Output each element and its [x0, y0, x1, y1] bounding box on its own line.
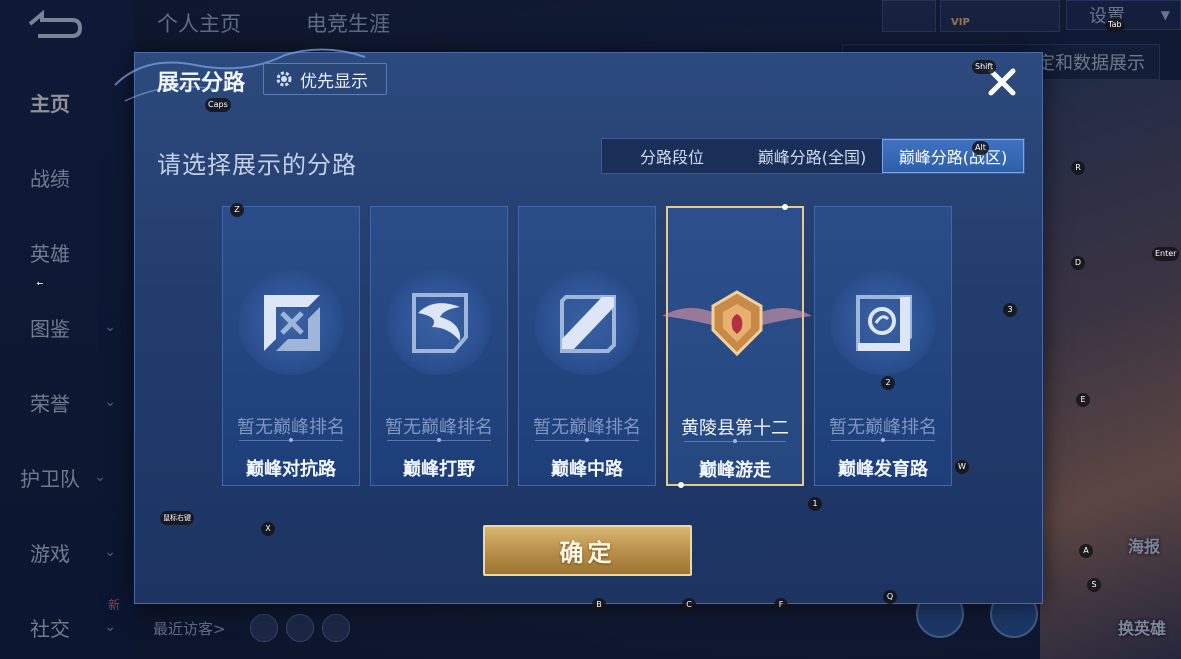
farm-lane-icon [856, 295, 912, 351]
rank-text: 暂无巅峰排名 [237, 417, 345, 438]
clash-lane-icon [264, 295, 320, 351]
key-hint-badge: Z [230, 203, 244, 217]
confirm-button[interactable]: 确定 [483, 525, 692, 576]
card-divider [535, 438, 639, 442]
tab-peak-national[interactable]: 巅峰分路(全国) [742, 139, 882, 173]
key-hint-badge: 2 [881, 376, 895, 390]
selection-corner [678, 482, 684, 488]
lane-name: 巅峰发育路 [838, 459, 928, 480]
dialog-title: 展示分路 [157, 71, 246, 96]
selection-corner [782, 204, 788, 210]
rank-text: 暂无巅峰排名 [533, 417, 641, 438]
lane-card-jungle[interactable]: 暂无巅峰排名 巅峰打野 [370, 206, 508, 486]
key-hint-badge: W [955, 460, 969, 474]
lane-name: 巅峰游走 [699, 460, 771, 481]
key-hint-badge: 1 [808, 497, 822, 511]
lane-name: 巅峰打野 [403, 459, 475, 480]
key-hint-badge: D [1071, 256, 1085, 270]
tab-lane-rank[interactable]: 分路段位 [602, 139, 742, 173]
key-hint-badge: X [261, 522, 275, 536]
lane-tabs: 分路段位 巅峰分路(全国) 巅峰分路(战区) [601, 138, 1025, 174]
lane-name: 巅峰中路 [551, 459, 623, 480]
rank-text: 暂无巅峰排名 [829, 417, 937, 438]
key-hint-badge: Q [883, 590, 897, 604]
key-hint-badge: C [682, 598, 696, 612]
key-hint-badge: 3 [1003, 303, 1017, 317]
jungle-dragon-icon [412, 293, 468, 353]
key-hint-badge: Alt [972, 141, 989, 155]
dialog-subtitle: 请选择展示的分路 [157, 151, 357, 179]
card-divider [387, 438, 491, 442]
key-hint-badge: Shift [972, 60, 997, 74]
key-hint-badge: S [1087, 578, 1101, 592]
key-hint-badge: 鼠标右键 [160, 511, 194, 525]
display-lane-dialog: 展示分路 优先显示 请选择展示的分路 分路段位 巅峰分路(全国) 巅峰分路(战区… [114, 48, 1043, 604]
card-divider [684, 439, 786, 443]
lane-card-roam[interactable]: 黄陵县第十二 巅峰游走 [662, 204, 812, 488]
key-hint-badge: A [1079, 544, 1093, 558]
lane-card-farm[interactable]: 暂无巅峰排名 巅峰发育路 [814, 206, 952, 486]
tab-peak-region[interactable]: 巅峰分路(战区) [882, 139, 1024, 173]
key-hint-badge: Caps [205, 98, 231, 112]
key-hint-badge: F [774, 598, 788, 612]
roam-badge-icon [711, 290, 763, 357]
card-divider [831, 438, 935, 442]
key-hint-badge: Enter [1152, 247, 1180, 261]
priority-display-label: 优先显示 [300, 71, 368, 92]
rank-text: 黄陵县第十二 [681, 418, 789, 439]
key-hint-badge: B [592, 598, 606, 612]
key-hint-badge: ← [36, 279, 44, 288]
lane-name: 巅峰对抗路 [246, 459, 336, 480]
lane-card-mid[interactable]: 暂无巅峰排名 巅峰中路 [518, 206, 656, 486]
key-hint-badge: Tab [1105, 18, 1125, 32]
key-hint-badge: E [1076, 393, 1090, 407]
card-divider [239, 438, 343, 442]
lane-card-clash[interactable]: 暂无巅峰排名 巅峰对抗路 [222, 206, 360, 486]
rank-text: 暂无巅峰排名 [385, 417, 493, 438]
key-hint-badge: R [1071, 161, 1085, 175]
mid-lane-icon [560, 295, 616, 353]
gear-icon [276, 71, 292, 87]
priority-display-button[interactable]: 优先显示 [263, 63, 387, 95]
